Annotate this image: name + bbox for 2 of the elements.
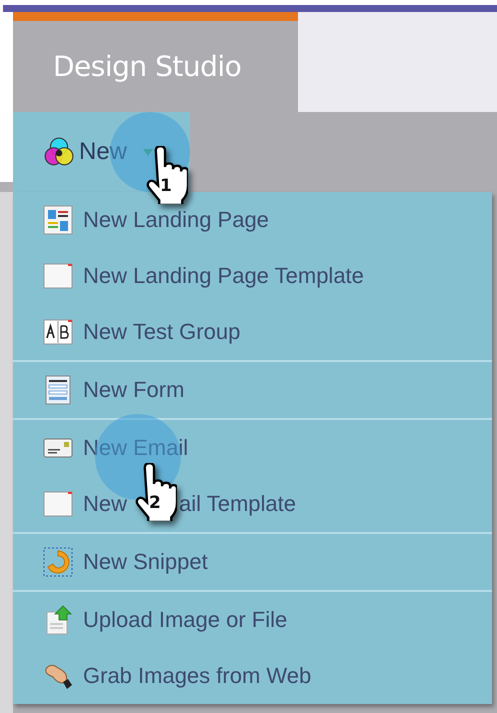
step-number: 2	[149, 495, 161, 512]
step-number: 1	[160, 178, 172, 195]
